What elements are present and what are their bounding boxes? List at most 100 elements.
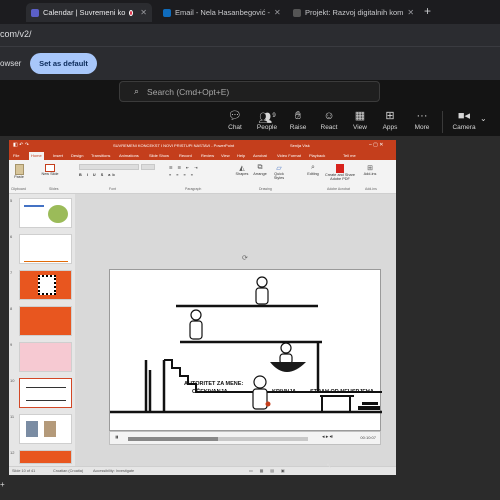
- close-icon[interactable]: ✕: [407, 8, 414, 17]
- view-button[interactable]: ▦ View: [343, 109, 377, 135]
- chevron-down-icon[interactable]: ⌄: [480, 114, 487, 123]
- more-button[interactable]: ··· More: [405, 109, 439, 135]
- new-slide-button[interactable]: New Slide: [41, 164, 59, 176]
- slide-thumbnail[interactable]: [19, 198, 72, 228]
- tab-slideshow[interactable]: Slide Show: [149, 153, 169, 158]
- tab-view[interactable]: View: [221, 153, 230, 158]
- slide-number: 9: [10, 342, 13, 347]
- view-buttons-icon[interactable]: ▭ ▦ ▤ ▣: [249, 468, 288, 473]
- tab-label: Calendar | Suvremeni ko: [43, 8, 126, 17]
- thumbnail-image: [48, 205, 68, 223]
- tab-calendar[interactable]: Calendar | Suvremeni ko ✕: [26, 3, 152, 22]
- status-language[interactable]: Croatian (Croatia): [53, 469, 83, 473]
- shapes-button[interactable]: ◭ Shapes: [235, 164, 249, 176]
- chat-button[interactable]: 💬︎ Chat: [218, 109, 252, 135]
- slide-editing-area: ⟳ AUTORITET ZA MENE: OČEKIVANJA KRIVNJA …: [75, 194, 396, 466]
- slide-thumbnail[interactable]: [19, 414, 72, 444]
- current-slide[interactable]: AUTORITET ZA MENE: OČEKIVANJA KRIVNJA ST…: [109, 269, 382, 431]
- apps-button[interactable]: ⊞ Apps: [373, 109, 407, 135]
- addins-icon: ⊞: [367, 165, 373, 172]
- window-controls-icon[interactable]: – ▢ ✕: [369, 142, 383, 148]
- raise-hand-button[interactable]: ✋︎ Raise: [281, 109, 315, 135]
- browser-tab-bar: Calendar | Suvremeni ko ✕ Email - Nela H…: [0, 0, 500, 24]
- status-accessibility[interactable]: Accessibility: Investigate: [93, 469, 134, 473]
- rotate-handle-icon[interactable]: ⟳: [242, 254, 248, 262]
- play-pause-icon[interactable]: ⏸: [115, 434, 119, 442]
- paste-label: Paste: [14, 175, 24, 179]
- tab-tell-me[interactable]: Tell me: [343, 153, 356, 158]
- tab-playback[interactable]: Playback: [309, 153, 325, 158]
- tab-transitions[interactable]: Transitions: [91, 153, 110, 158]
- quick-styles-label: Quick Styles: [273, 172, 285, 180]
- slide-thumbnails-pane: 5 6 7 8 9 10 11 12: [9, 194, 75, 466]
- react-icon: ☺: [323, 110, 335, 122]
- font-name-select[interactable]: [79, 164, 139, 170]
- paste-button[interactable]: Paste: [12, 164, 26, 179]
- skip-icons[interactable]: ◂ ▸ 🔊︎: [322, 434, 333, 440]
- set-default-button[interactable]: Set as default: [30, 53, 97, 74]
- people-count: 9: [272, 113, 276, 119]
- camera-button[interactable]: ■◂ Camera: [446, 109, 482, 135]
- plus-icon[interactable]: +: [424, 4, 431, 18]
- tab-design[interactable]: Design: [71, 153, 83, 158]
- align-buttons-icon[interactable]: ≡ ≡ ≡ ≡: [169, 173, 195, 177]
- ppt-status-bar: Slide 10 of 41 Croatian (Croatia) Access…: [9, 466, 396, 475]
- quick-styles-button[interactable]: ▱ Quick Styles: [271, 164, 287, 180]
- group-slides: Slides: [49, 187, 59, 191]
- arrange-label: Arrange: [253, 172, 267, 176]
- autosave-icon[interactable]: ◧ ↶ ↷: [13, 142, 29, 148]
- group-drawing: Drawing: [259, 187, 272, 191]
- font-format-buttons[interactable]: B I U S ab: [79, 173, 117, 177]
- slide-thumbnail[interactable]: [19, 234, 72, 264]
- tab-record[interactable]: Record: [179, 153, 192, 158]
- slide-thumbnail-selected[interactable]: [19, 378, 72, 408]
- people-button[interactable]: 👥︎9 People: [250, 109, 284, 135]
- tab-video-format[interactable]: Video Format: [277, 153, 301, 158]
- font-size-select[interactable]: [141, 164, 155, 170]
- quick-styles-icon: ▱: [276, 165, 282, 172]
- slide-thumbnail[interactable]: [19, 342, 72, 372]
- slide-thumbnail[interactable]: [19, 270, 72, 300]
- slide-number: 10: [10, 378, 15, 383]
- create-pdf-button[interactable]: Create and Share Adobe PDF: [325, 164, 355, 181]
- powerpoint-window: ◧ ↶ ↷ SUVREMENI KONCEKST I NOVI PRISTUPI…: [9, 140, 396, 475]
- editing-icon: ⌕: [311, 164, 315, 171]
- group-font: Font: [109, 187, 117, 191]
- ppt-title: SUVREMENI KONCEKST I NOVI PRISTUPI NASTA…: [113, 143, 235, 148]
- tab-help[interactable]: Help: [237, 153, 245, 158]
- more-label: More: [414, 124, 430, 131]
- tab-email[interactable]: Email - Nela Hasanbegović - ✕: [158, 3, 282, 22]
- camera-label: Camera: [452, 124, 476, 131]
- tab-animations[interactable]: Animations: [119, 153, 139, 158]
- addins-button[interactable]: ⊞ Add-ins: [361, 164, 379, 176]
- tab-file[interactable]: File: [13, 153, 19, 158]
- paste-icon: [14, 164, 24, 175]
- address-bar[interactable]: com/v2/: [0, 24, 500, 46]
- create-pdf-label: Create and Share Adobe PDF: [325, 173, 355, 181]
- shapes-label: Shapes: [235, 172, 249, 176]
- video-progress-bar[interactable]: [128, 437, 308, 441]
- label-ocekivanja: OČEKIVANJA: [192, 389, 228, 395]
- people-icon: 👥︎9: [258, 112, 276, 125]
- thumbnail-text: [24, 205, 44, 207]
- close-icon[interactable]: ✕: [274, 8, 281, 17]
- tab-projekt[interactable]: Projekt: Razvoj digitalnih kom ✕: [288, 3, 416, 22]
- tab-acrobat[interactable]: Acrobat: [253, 153, 267, 158]
- editing-button[interactable]: ⌕ Editing: [305, 164, 321, 176]
- plus-icon[interactable]: +: [0, 480, 5, 489]
- react-button[interactable]: ☺ React: [312, 109, 346, 135]
- tab-review[interactable]: Review: [201, 153, 214, 158]
- slide-thumbnail[interactable]: [19, 306, 72, 336]
- close-icon[interactable]: ✕: [140, 8, 147, 17]
- list-buttons-icon[interactable]: ☰ ☰ ⇤ ⇥: [169, 165, 199, 170]
- chat-label: Chat: [228, 124, 242, 131]
- search-placeholder: Search (Cmd+Opt+E): [147, 86, 230, 97]
- shapes-icon: ◭: [239, 165, 245, 172]
- search-box[interactable]: ⌕ Search (Cmd+Opt+E): [119, 81, 380, 102]
- tab-insert[interactable]: Insert: [53, 153, 63, 158]
- slide-thumbnail[interactable]: [19, 450, 72, 464]
- ppt-user: Senija Visk: [290, 143, 310, 148]
- tab-home[interactable]: Home: [29, 152, 44, 160]
- arrange-button[interactable]: ⧉ Arrange: [252, 164, 268, 176]
- slide-number: 12: [10, 450, 15, 455]
